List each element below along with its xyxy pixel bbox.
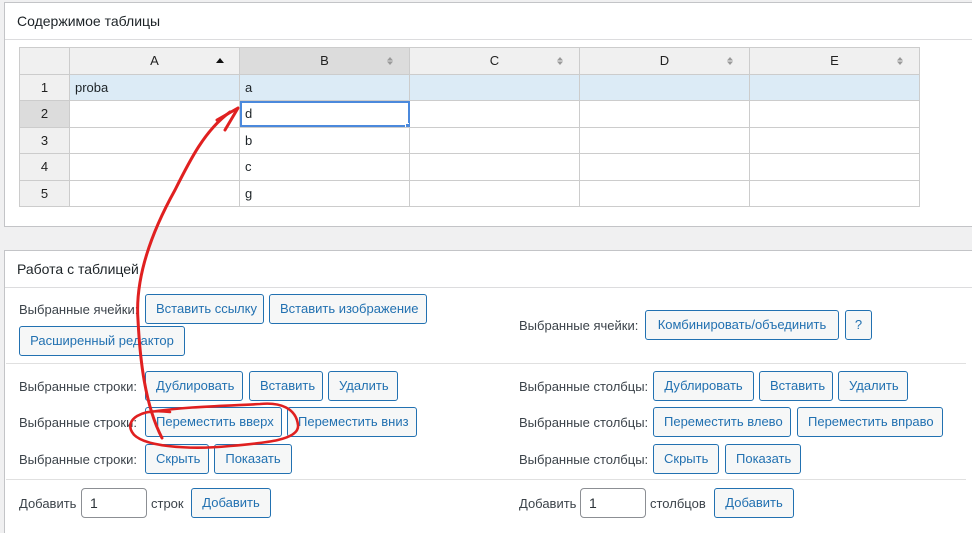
sort-icon[interactable] [725,56,735,66]
insert-image-button[interactable]: Вставить изображение [269,294,427,324]
table-row: 2 d [19,100,920,128]
table-content-title: Содержимое таблицы [5,3,972,40]
add-rows-unit: строк [151,496,184,511]
table-cell[interactable] [749,126,920,154]
insert-columns-button[interactable]: Вставить [759,371,833,401]
table-cell[interactable] [69,179,240,207]
sort-icon[interactable] [385,56,395,66]
table-cell[interactable] [409,73,580,101]
merge-cells-button[interactable]: Комбинировать/объединить [645,310,839,340]
add-rows-count-input[interactable] [81,488,147,518]
selected-columns-label: Выбранные столбцы: [519,415,649,430]
table-cell[interactable] [409,126,580,154]
column-header-row: A B C D E [19,47,920,75]
table-cell[interactable] [69,126,240,154]
row-header[interactable]: 2 [19,100,70,128]
grid-corner[interactable] [19,47,70,75]
selected-cells-label: Выбранные ячейки: [19,302,139,317]
table-cell[interactable] [69,153,240,181]
table-cell[interactable] [579,153,750,181]
show-columns-button[interactable]: Показать [725,444,801,474]
table-cell[interactable]: a [239,73,410,101]
add-columns-count-input[interactable] [580,488,646,518]
table-cell[interactable]: b [239,126,410,154]
table-cell[interactable] [69,100,240,128]
insert-link-button[interactable]: Вставить ссылку [145,294,264,324]
selected-rows-label: Выбранные строки: [19,452,137,467]
add-columns-label: Добавить [519,496,577,511]
duplicate-rows-button[interactable]: Дублировать [145,371,243,401]
table-cell[interactable]: proba [69,73,240,101]
table-cell[interactable] [409,153,580,181]
help-button[interactable]: ? [845,310,872,340]
table-row: 5 g [19,179,920,207]
move-columns-left-button[interactable]: Переместить влево [653,407,791,437]
duplicate-columns-button[interactable]: Дублировать [653,371,754,401]
hide-columns-button[interactable]: Скрыть [653,444,719,474]
table-content-panel: Содержимое таблицы A B C D E 1 proba a 2… [4,2,972,227]
table-row: 3 b [19,126,920,154]
move-rows-up-button[interactable]: Переместить вверх [145,407,282,437]
table-cell[interactable] [749,100,920,128]
show-rows-button[interactable]: Показать [214,444,292,474]
table-work-title: Работа с таблицей [5,251,972,288]
selected-rows-label: Выбранные строки: [19,415,137,430]
selected-cells-label-right: Выбранные ячейки: [519,318,639,333]
hide-rows-button[interactable]: Скрыть [145,444,209,474]
delete-rows-button[interactable]: Удалить [328,371,398,401]
add-columns-button[interactable]: Добавить [714,488,794,518]
spreadsheet-grid: A B C D E 1 proba a 2 d 3 b 4 c 5 g [19,47,920,207]
column-header-label: B [320,53,329,69]
column-header-label: D [659,53,670,69]
add-columns-unit: столбцов [650,496,706,511]
add-rows-button[interactable]: Добавить [191,488,271,518]
sort-icon[interactable] [895,56,905,66]
table-cell[interactable]: g [239,179,410,207]
table-cell[interactable] [749,179,920,207]
table-row: 4 c [19,153,920,181]
table-cell[interactable] [579,126,750,154]
selected-rows-label: Выбранные строки: [19,379,137,394]
table-cell[interactable]: c [239,153,410,181]
selected-columns-label: Выбранные столбцы: [519,379,649,394]
move-rows-down-button[interactable]: Переместить вниз [287,407,417,437]
row-header[interactable]: 1 [19,73,70,101]
sort-icon[interactable] [555,56,565,66]
advanced-editor-button[interactable]: Расширенный редактор [19,326,185,356]
row-header[interactable]: 3 [19,126,70,154]
column-header-label: C [489,53,500,69]
table-cell[interactable] [409,100,580,128]
table-cell[interactable] [749,73,920,101]
table-cell[interactable] [409,179,580,207]
sort-ascending-icon[interactable] [215,56,225,66]
move-columns-right-button[interactable]: Переместить вправо [797,407,943,437]
table-cell-active[interactable]: d [239,100,410,128]
row-header[interactable]: 4 [19,153,70,181]
column-header-c[interactable]: C [409,47,580,75]
table-cell[interactable] [579,73,750,101]
column-header-e[interactable]: E [749,47,920,75]
column-header-d[interactable]: D [579,47,750,75]
divider [6,363,966,364]
delete-columns-button[interactable]: Удалить [838,371,908,401]
column-header-a[interactable]: A [69,47,240,75]
column-header-label: E [830,53,839,69]
cell-value: d [245,106,253,122]
table-cell[interactable] [579,179,750,207]
column-header-label: A [150,53,159,69]
insert-rows-button[interactable]: Вставить [249,371,323,401]
table-cell[interactable] [579,100,750,128]
divider [6,479,966,480]
add-rows-label: Добавить [19,496,77,511]
table-row: 1 proba a [19,73,920,101]
selected-columns-label: Выбранные столбцы: [519,452,649,467]
table-cell[interactable] [749,153,920,181]
column-header-b[interactable]: B [239,47,410,75]
row-header[interactable]: 5 [19,179,70,207]
